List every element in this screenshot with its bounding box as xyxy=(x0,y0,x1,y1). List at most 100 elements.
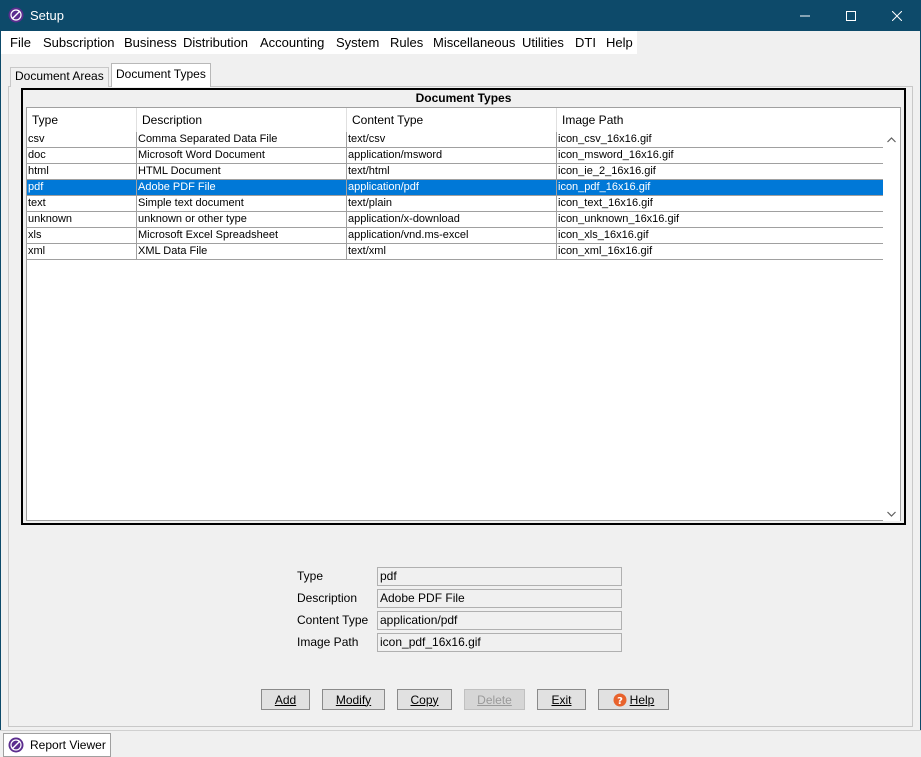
cell-type: text xyxy=(27,196,137,211)
table-header: Type Description Content Type Image Path xyxy=(27,108,885,132)
column-header-type[interactable]: Type xyxy=(27,108,137,132)
cell-content-type: text/plain xyxy=(347,196,557,211)
scroll-down-button[interactable] xyxy=(886,508,897,519)
taskbar: Report Viewer xyxy=(0,730,921,757)
chevron-down-icon xyxy=(887,511,896,517)
menu-business[interactable]: Business xyxy=(124,35,177,50)
window-title: Setup xyxy=(30,8,64,23)
cell-description: Comma Separated Data File xyxy=(137,132,347,147)
cell-type: html xyxy=(27,164,137,179)
table-row[interactable]: text Simple text document text/plain ico… xyxy=(27,196,885,212)
copy-button-label: Copy xyxy=(410,692,439,707)
cell-description: HTML Document xyxy=(137,164,347,179)
type-label: Type xyxy=(297,569,324,583)
cell-description: Adobe PDF File xyxy=(137,180,347,195)
minimize-button[interactable] xyxy=(782,0,828,31)
window-border-left xyxy=(0,31,1,757)
svg-text:?: ? xyxy=(617,696,623,707)
menu-rules[interactable]: Rules xyxy=(390,35,423,50)
close-button[interactable] xyxy=(874,0,920,31)
table-title: Document Types xyxy=(415,91,512,105)
menu-subscription[interactable]: Subscription xyxy=(43,35,115,50)
column-header-content-type[interactable]: Content Type xyxy=(347,108,557,132)
help-button-label: Help xyxy=(629,692,655,707)
cell-content-type: text/xml xyxy=(347,244,557,259)
cell-description: Microsoft Word Document xyxy=(137,148,347,163)
report-viewer-task[interactable]: Report Viewer xyxy=(3,733,111,757)
document-types-table: Type Description Content Type Image Path… xyxy=(26,107,901,521)
delete-button[interactable]: Delete xyxy=(464,689,525,710)
cell-image-path: icon_unknown_16x16.gif xyxy=(557,212,885,227)
cell-image-path: icon_pdf_16x16.gif xyxy=(557,180,885,195)
menu-utilities[interactable]: Utilities xyxy=(522,35,564,50)
delete-button-label: Delete xyxy=(477,692,512,707)
image-path-label: Image Path xyxy=(297,635,359,649)
add-button-label: Add xyxy=(274,692,297,707)
help-icon: ? xyxy=(613,693,627,707)
cell-description: Microsoft Excel Spreadsheet xyxy=(137,228,347,243)
report-viewer-label: Report Viewer xyxy=(30,738,106,752)
cell-image-path: icon_ie_2_16x16.gif xyxy=(557,164,885,179)
cell-image-path: icon_text_16x16.gif xyxy=(557,196,885,211)
chevron-up-icon xyxy=(887,136,896,142)
close-icon xyxy=(892,10,902,21)
table-row[interactable]: xml XML Data File text/xml icon_xml_16x1… xyxy=(27,244,885,260)
app-logo-icon xyxy=(8,737,24,753)
tab-document-areas[interactable]: Document Areas xyxy=(10,67,109,87)
table-row[interactable]: html HTML Document text/html icon_ie_2_1… xyxy=(27,164,885,180)
type-field[interactable]: pdf xyxy=(377,567,622,586)
menu-distribution[interactable]: Distribution xyxy=(183,35,248,50)
cell-description: XML Data File xyxy=(137,244,347,259)
document-types-table-frame: Document Types Type Description Content … xyxy=(21,88,906,525)
table-row[interactable]: csv Comma Separated Data File text/csv i… xyxy=(27,132,885,148)
cell-image-path: icon_msword_16x16.gif xyxy=(557,148,885,163)
cell-image-path: icon_xml_16x16.gif xyxy=(557,244,885,259)
table-row-selected[interactable]: pdf Adobe PDF File application/pdf icon_… xyxy=(27,180,885,196)
description-label: Description xyxy=(297,591,358,605)
table-row[interactable]: unknown unknown or other type applicatio… xyxy=(27,212,885,228)
cell-type: pdf xyxy=(27,180,137,195)
copy-button[interactable]: Copy xyxy=(397,689,452,710)
tab-document-types[interactable]: Document Types xyxy=(111,63,211,87)
menu-miscellaneous[interactable]: Miscellaneous xyxy=(433,35,515,50)
minimize-icon xyxy=(800,15,810,16)
menu-accounting[interactable]: Accounting xyxy=(260,35,324,50)
content-type-field[interactable]: application/pdf xyxy=(377,611,622,630)
help-button[interactable]: ? Help xyxy=(598,689,669,710)
cell-type: xml xyxy=(27,244,137,259)
menu-help[interactable]: Help xyxy=(606,35,633,50)
table-row[interactable]: xls Microsoft Excel Spreadsheet applicat… xyxy=(27,228,885,244)
cell-type: xls xyxy=(27,228,137,243)
menu-system[interactable]: System xyxy=(336,35,379,50)
menu-dti[interactable]: DTI xyxy=(575,35,596,50)
cell-content-type: application/pdf xyxy=(347,180,557,195)
title-bar: Setup xyxy=(0,0,921,31)
cell-type: unknown xyxy=(27,212,137,227)
cell-image-path: icon_csv_16x16.gif xyxy=(557,132,885,147)
description-field[interactable]: Adobe PDF File xyxy=(377,589,622,608)
cell-content-type: application/vnd.ms-excel xyxy=(347,228,557,243)
column-header-image-path[interactable]: Image Path xyxy=(557,108,885,132)
table-row[interactable]: doc Microsoft Word Document application/… xyxy=(27,148,885,164)
column-header-description[interactable]: Description xyxy=(137,108,347,132)
app-logo-icon xyxy=(8,7,24,23)
cell-content-type: application/msword xyxy=(347,148,557,163)
image-path-field[interactable]: icon_pdf_16x16.gif xyxy=(377,633,622,652)
cell-content-type: text/html xyxy=(347,164,557,179)
exit-button[interactable]: Exit xyxy=(537,689,586,710)
cell-content-type: application/x-download xyxy=(347,212,557,227)
cell-type: csv xyxy=(27,132,137,147)
modify-button[interactable]: Modify xyxy=(322,689,385,710)
cell-description: Simple text document xyxy=(137,196,347,211)
menu-file[interactable]: File xyxy=(10,35,31,50)
vertical-scrollbar[interactable] xyxy=(883,132,900,521)
cell-content-type: text/csv xyxy=(347,132,557,147)
menu-bar: File Subscription Business Distribution … xyxy=(1,31,637,54)
menu-bar-filler xyxy=(637,31,920,54)
content-type-label: Content Type xyxy=(297,613,369,627)
maximize-button[interactable] xyxy=(828,0,874,31)
modify-button-label: Modify xyxy=(335,692,372,707)
cell-type: doc xyxy=(27,148,137,163)
add-button[interactable]: Add xyxy=(261,689,310,710)
scroll-up-button[interactable] xyxy=(886,134,897,145)
